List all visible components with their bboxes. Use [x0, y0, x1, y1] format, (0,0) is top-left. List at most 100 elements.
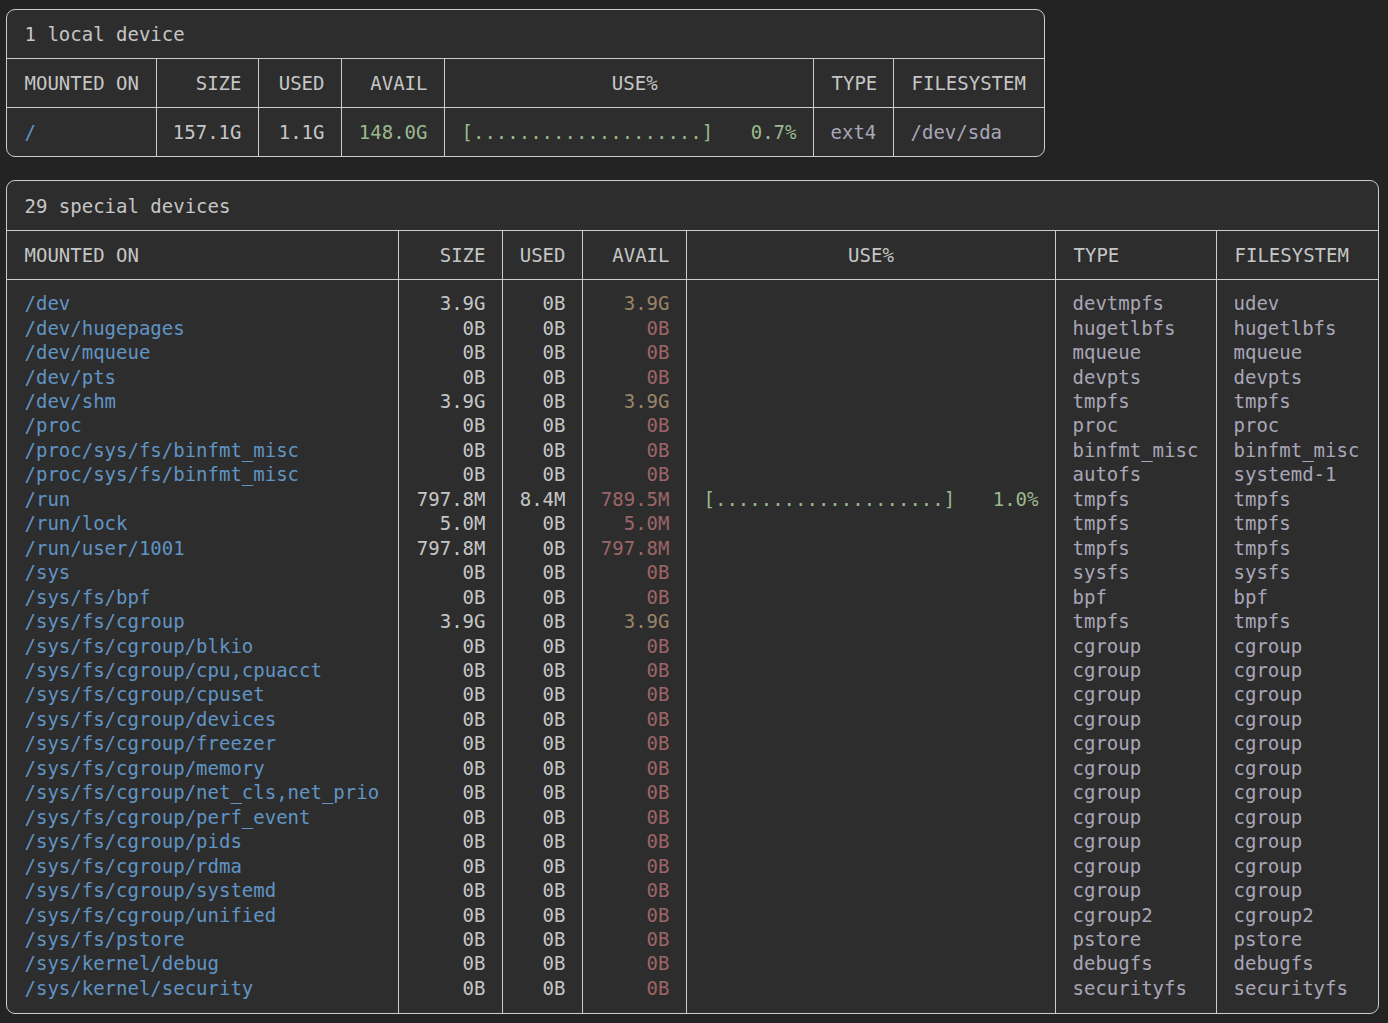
- used-cell: 0B: [503, 560, 583, 584]
- size-cell: 3.9G: [399, 389, 503, 413]
- use-percent-cell: [687, 536, 1056, 560]
- size-cell: 3.9G: [399, 609, 503, 633]
- mount-cell: /sys/fs/cgroup: [7, 609, 399, 633]
- special-devices-title-row: 29 special devices: [7, 181, 1379, 231]
- use-percent-cell: [687, 682, 1056, 706]
- size-cell: 0B: [399, 633, 503, 657]
- mount-cell: /sys/fs/cgroup/memory: [7, 756, 399, 780]
- avail-cell: 0B: [583, 633, 687, 657]
- column-header-type: TYPE: [1056, 231, 1217, 279]
- filesystem-cell: tmpfs: [1217, 389, 1379, 413]
- used-cell: 0B: [503, 389, 583, 413]
- device-row: /sys/fs/cgroup/systemd0B0B0Bcgroupcgroup: [7, 878, 1379, 902]
- used-cell: 0B: [503, 853, 583, 877]
- device-row: /proc/sys/fs/binfmt_misc0B0B0Bautofssyst…: [7, 462, 1379, 486]
- filesystem-cell: cgroup: [1217, 878, 1379, 902]
- size-cell: 0B: [399, 853, 503, 877]
- special-devices-table: 29 special devices MOUNTED ONSIZEUSEDAVA…: [6, 180, 1380, 1014]
- used-cell: 0B: [503, 633, 583, 657]
- size-cell: 0B: [399, 315, 503, 339]
- use-percent-cell: [....................]0.7%: [445, 120, 814, 144]
- device-row: /sys0B0B0Bsysfssysfs: [7, 560, 1379, 584]
- mount-cell: /sys/fs/cgroup/net_cls,net_prio: [7, 780, 399, 804]
- mount-cell: /run: [7, 487, 399, 511]
- filesystem-cell: bpf: [1217, 584, 1379, 608]
- filesystem-cell: cgroup: [1217, 707, 1379, 731]
- device-row: /dev/pts0B0B0Bdevptsdevpts: [7, 364, 1379, 388]
- use-percent-cell: [687, 805, 1056, 829]
- device-row: /sys/fs/cgroup/unified0B0B0Bcgroup2cgrou…: [7, 902, 1379, 926]
- type-cell: cgroup: [1056, 756, 1217, 780]
- column-header-used: USED: [503, 231, 583, 279]
- device-row: /sys/fs/cgroup3.9G0B3.9Gtmpfstmpfs: [7, 609, 1379, 633]
- local-devices-title: 1 local device: [25, 23, 185, 45]
- filesystem-cell: sysfs: [1217, 560, 1379, 584]
- size-cell: 0B: [399, 560, 503, 584]
- filesystem-cell: cgroup2: [1217, 902, 1379, 926]
- used-cell: 0B: [503, 340, 583, 364]
- filesystem-cell: proc: [1217, 413, 1379, 437]
- used-cell: 0B: [503, 927, 583, 951]
- usage-bar: [....................]: [462, 121, 714, 143]
- avail-cell: 0B: [583, 878, 687, 902]
- avail-cell: 789.5M: [583, 487, 687, 511]
- size-cell: 0B: [399, 584, 503, 608]
- size-cell: 0B: [399, 976, 503, 1000]
- type-cell: binfmt_misc: [1056, 438, 1217, 462]
- column-header-mounted-on: MOUNTED ON: [7, 231, 399, 279]
- avail-cell: 0B: [583, 927, 687, 951]
- mount-cell: /sys/fs/cgroup/cpu,cpuacct: [7, 658, 399, 682]
- mount-cell: /sys/fs/cgroup/pids: [7, 829, 399, 853]
- use-percent-cell: [687, 902, 1056, 926]
- type-cell: cgroup: [1056, 878, 1217, 902]
- use-percent-cell: [687, 511, 1056, 535]
- used-cell: 0B: [503, 438, 583, 462]
- size-cell: 0B: [399, 340, 503, 364]
- device-row: /run797.8M8.4M789.5M[...................…: [7, 487, 1379, 511]
- size-cell: 157.1G: [157, 120, 259, 144]
- mount-cell: /proc/sys/fs/binfmt_misc: [7, 438, 399, 462]
- filesystem-cell: binfmt_misc: [1217, 438, 1379, 462]
- avail-cell: 0B: [583, 829, 687, 853]
- mount-cell: /proc: [7, 413, 399, 437]
- type-cell: tmpfs: [1056, 536, 1217, 560]
- use-percent-cell: [687, 976, 1056, 1000]
- device-row: /run/user/1001797.8M0B797.8Mtmpfstmpfs: [7, 536, 1379, 560]
- column-header-used: USED: [259, 59, 342, 107]
- filesystem-cell: cgroup: [1217, 853, 1379, 877]
- type-cell: pstore: [1056, 927, 1217, 951]
- mount-cell: /: [7, 120, 157, 144]
- avail-cell: 0B: [583, 315, 687, 339]
- size-cell: 797.8M: [399, 536, 503, 560]
- filesystem-cell: devpts: [1217, 364, 1379, 388]
- filesystem-cell: cgroup: [1217, 780, 1379, 804]
- type-cell: debugfs: [1056, 951, 1217, 975]
- mount-cell: /run/lock: [7, 511, 399, 535]
- use-percent-cell: [687, 829, 1056, 853]
- used-cell: 0B: [503, 511, 583, 535]
- column-header-use-percent: USE%: [445, 59, 814, 107]
- used-cell: 0B: [503, 756, 583, 780]
- device-row: /sys/fs/pstore0B0B0Bpstorepstore: [7, 927, 1379, 951]
- device-row: /sys/fs/cgroup/devices0B0B0Bcgroupcgroup: [7, 707, 1379, 731]
- local-devices-title-row: 1 local device: [7, 10, 1045, 60]
- used-cell: 0B: [503, 658, 583, 682]
- device-row: /dev/mqueue0B0B0Bmqueuemqueue: [7, 340, 1379, 364]
- avail-cell: 0B: [583, 438, 687, 462]
- mount-cell: /sys/kernel/debug: [7, 951, 399, 975]
- mount-cell: /sys/fs/cgroup/unified: [7, 902, 399, 926]
- type-cell: cgroup: [1056, 633, 1217, 657]
- type-cell: cgroup2: [1056, 902, 1217, 926]
- device-row: /sys/fs/bpf0B0B0Bbpfbpf: [7, 584, 1379, 608]
- device-row: /proc/sys/fs/binfmt_misc0B0B0Bbinfmt_mis…: [7, 438, 1379, 462]
- used-cell: 0B: [503, 413, 583, 437]
- use-percent-cell: [687, 462, 1056, 486]
- used-cell: 0B: [503, 707, 583, 731]
- mount-cell: /run/user/1001: [7, 536, 399, 560]
- mount-cell: /dev/pts: [7, 364, 399, 388]
- avail-cell: 0B: [583, 584, 687, 608]
- use-percent-cell: [687, 658, 1056, 682]
- special-devices-title: 29 special devices: [25, 195, 231, 217]
- use-percent-cell: [687, 609, 1056, 633]
- column-divider: [686, 231, 688, 1013]
